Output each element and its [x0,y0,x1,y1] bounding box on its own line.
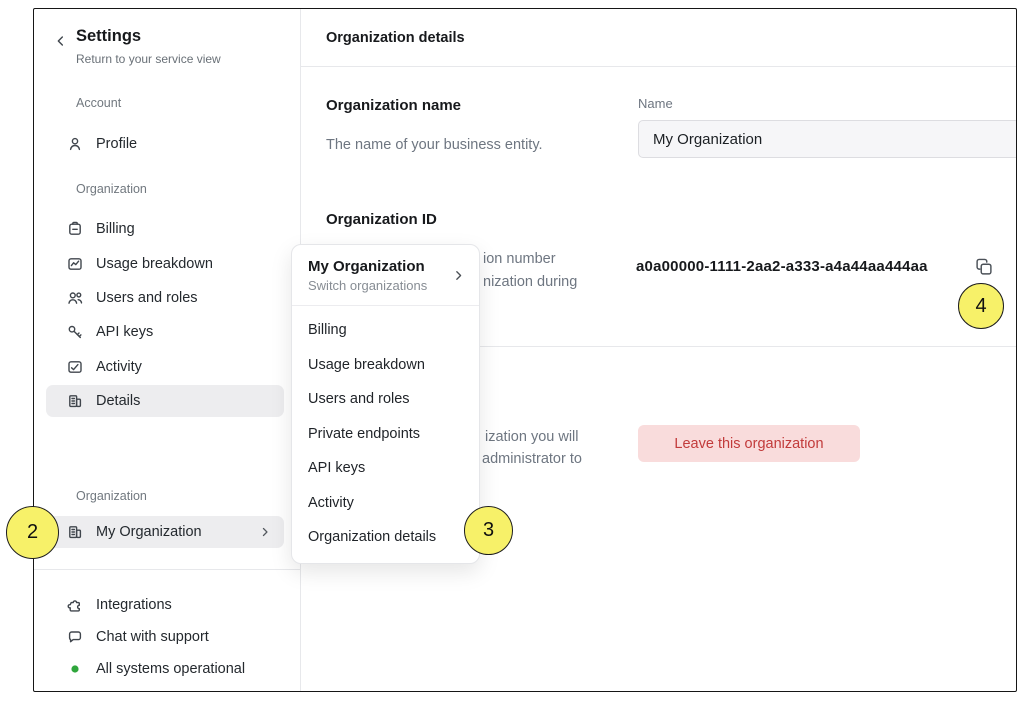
menu-item-api-keys[interactable]: API keys [292,451,479,486]
sidebar-item-details[interactable]: Details [46,385,284,417]
sidebar-subtitle[interactable]: Return to your service view [76,52,221,66]
name-field-label: Name [638,96,673,111]
organization-switcher-menu: My Organization Switch organizations Bil… [291,244,480,564]
menu-item-usage-breakdown[interactable]: Usage breakdown [292,348,479,383]
org-id-heading: Organization ID [326,211,437,228]
header-divider [301,66,1016,67]
org-id-description-fragment-2: nization during [483,274,577,290]
sidebar-item-my-organization[interactable]: My Organization [46,516,284,548]
sidebar-item-label: Profile [96,136,137,152]
leave-organization-button[interactable]: Leave this organization [638,425,860,462]
sidebar-item-chat-with-support[interactable]: Chat with support [46,621,284,653]
menu-current-organization[interactable]: My Organization Switch organizations [292,245,479,306]
menu-org-subtitle: Switch organizations [308,278,463,293]
section-label-account: Account [76,96,121,110]
sidebar-footer-divider [34,569,300,570]
billing-icon [66,220,84,238]
puzzle-icon [66,596,84,614]
menu-item-organization-details[interactable]: Organization details [292,520,479,555]
sidebar-item-label: Details [96,393,140,409]
sidebar-item-label: Users and roles [96,290,198,306]
sidebar-item-label: API keys [96,324,153,340]
sidebar-item-api-keys[interactable]: API keys [46,316,284,348]
menu-item-billing[interactable]: Billing [292,313,479,348]
org-id-description-fragment-1: ion number [483,251,556,267]
organization-id-value: a0a00000-1111-2aa2-a333-a4a44aa444aa [636,258,928,275]
chevron-right-icon [451,268,467,284]
menu-item-users-and-roles[interactable]: Users and roles [292,382,479,417]
sidebar-item-profile[interactable]: Profile [46,128,284,160]
section-label-organization: Organization [76,182,147,196]
users-icon [66,289,84,307]
menu-items: Billing Usage breakdown Users and roles … [292,306,479,555]
organization-building-icon [66,392,84,410]
sidebar-item-label: Activity [96,359,142,375]
sidebar-item-usage-breakdown[interactable]: Usage breakdown [46,248,284,280]
status-text: All systems operational [96,661,245,677]
copy-icon [974,265,994,280]
sidebar-item-system-status[interactable]: All systems operational [46,653,284,685]
menu-item-activity[interactable]: Activity [292,486,479,521]
annotation-badge-4: 4 [958,283,1004,329]
org-name-description: The name of your business entity. [326,137,543,153]
sidebar-item-label: Usage breakdown [96,256,213,272]
copy-org-id-button[interactable] [970,254,998,282]
organization-building-icon [66,523,84,541]
sidebar-item-label: Chat with support [96,629,209,645]
sidebar-item-users-and-roles[interactable]: Users and roles [46,282,284,314]
annotation-badge-3: 3 [464,506,513,555]
usage-chart-icon [66,255,84,273]
sidebar-item-billing[interactable]: Billing [46,213,284,245]
sidebar-item-integrations[interactable]: Integrations [46,589,284,621]
settings-window: Settings Return to your service view Acc… [33,8,1017,692]
sidebar-title: Settings [76,27,141,46]
key-icon [66,323,84,341]
annotation-badge-2: 2 [6,506,59,559]
sidebar-item-label: Integrations [96,597,172,613]
page-title: Organization details [326,30,465,46]
back-chevron-icon[interactable] [53,33,69,49]
leave-description-fragment-2: administrator to [482,451,582,467]
org-name-heading: Organization name [326,97,461,114]
menu-org-title: My Organization [308,258,463,275]
sidebar-item-label: Billing [96,221,135,237]
section-label-organization-switcher: Organization [76,489,147,503]
status-green-dot-icon [66,660,84,678]
chevron-right-icon [258,525,272,539]
sidebar-item-label: My Organization [96,524,202,540]
chat-bubble-icon [66,628,84,646]
leave-description-fragment-1: ization you will [485,429,579,445]
organization-name-input[interactable] [638,120,1017,158]
activity-icon [66,358,84,376]
sidebar-item-activity[interactable]: Activity [46,351,284,383]
person-icon [66,135,84,153]
menu-item-private-endpoints[interactable]: Private endpoints [292,417,479,452]
